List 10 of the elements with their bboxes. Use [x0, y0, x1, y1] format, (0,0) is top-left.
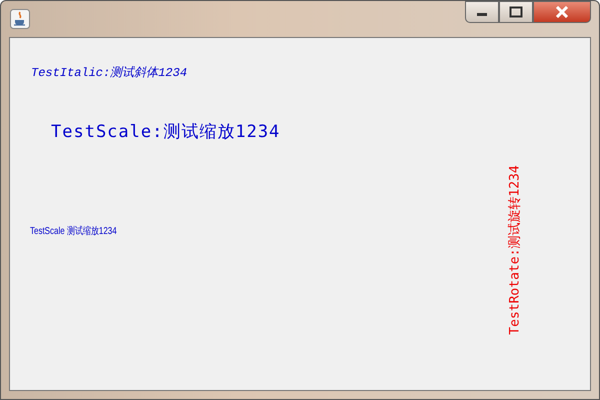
close-icon [554, 6, 570, 18]
condensed-text: TestScale 测试缩放1234 [30, 224, 117, 238]
rotated-text: TestRotate:测试旋转1234 [506, 165, 524, 335]
scaled-text: TestScale:测试缩放1234 [51, 121, 280, 143]
coffee-cup-icon [10, 9, 30, 29]
maximize-button[interactable] [499, 1, 533, 23]
minimize-button[interactable] [465, 1, 499, 23]
maximize-icon [509, 6, 523, 18]
close-button[interactable] [533, 1, 591, 23]
italic-text: TestItalic:测试斜体1234 [31, 65, 188, 81]
